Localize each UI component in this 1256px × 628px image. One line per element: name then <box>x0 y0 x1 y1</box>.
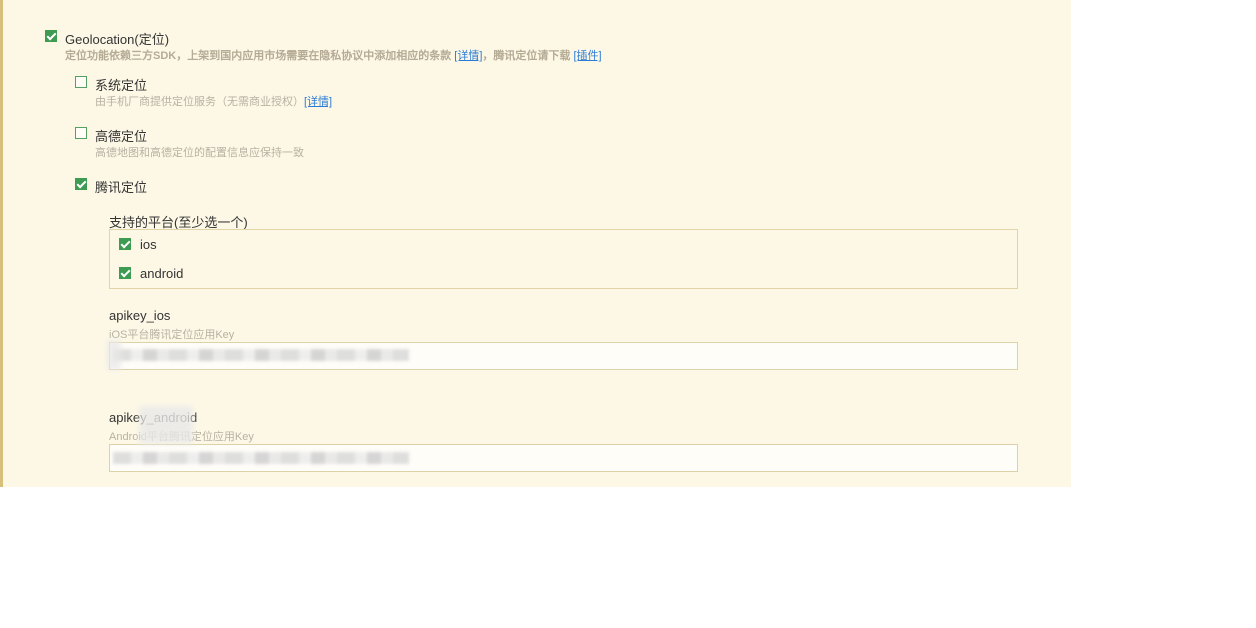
apikey-android-redaction <box>113 452 409 464</box>
amap-location-checkbox[interactable] <box>75 127 87 139</box>
ios-platform-label: ios <box>140 237 157 252</box>
apikey-ios-redaction-edge <box>107 340 121 370</box>
amap-location-description: 高德地图和高德定位的配置信息应保持一致 <box>95 147 304 159</box>
apikey-ios-redaction <box>113 349 409 361</box>
system-location-desc-text: 由手机厂商提供定位服务（无需商业授权） <box>95 96 304 108</box>
settings-panel: Geolocation(定位) 定位功能依赖三方SDK，上架到国内应用市场需要在… <box>0 0 1071 487</box>
geolocation-label: Geolocation(定位) <box>65 32 170 47</box>
geolocation-checkbox[interactable] <box>45 30 57 42</box>
system-location-label: 系统定位 <box>95 78 148 93</box>
system-location-description: 由手机厂商提供定位服务（无需商业授权）[详情] <box>95 93 332 109</box>
ios-platform-checkbox[interactable] <box>119 238 131 250</box>
android-platform-checkbox[interactable] <box>119 267 131 279</box>
geolocation-desc-middle: ，腾讯定位请下载 <box>482 50 571 62</box>
geolocation-description: 定位功能依赖三方SDK，上架到国内应用市场需要在隐私协议中添加相应的条款 [详情… <box>65 47 602 63</box>
system-location-checkbox[interactable] <box>75 76 87 88</box>
tencent-location-checkbox[interactable] <box>75 178 87 190</box>
geolocation-detail-link[interactable]: [详情] <box>454 50 482 62</box>
plugin-link[interactable]: [插件] <box>573 50 601 62</box>
amap-location-label: 高德定位 <box>95 129 148 144</box>
platforms-group: ios android <box>109 229 1018 289</box>
apikey-ios-label: apikey_ios <box>109 308 171 323</box>
geolocation-desc-prefix: 定位功能依赖三方SDK，上架到国内应用市场需要在隐私协议中添加相应的条款 <box>65 50 452 62</box>
system-location-detail-link[interactable]: [详情] <box>304 96 332 108</box>
android-platform-label: android <box>140 266 184 281</box>
apikey-ios-description: iOS平台腾讯定位应用Key <box>109 329 235 341</box>
apikey-android-label-redaction <box>139 406 193 444</box>
tencent-location-label: 腾讯定位 <box>95 180 148 195</box>
